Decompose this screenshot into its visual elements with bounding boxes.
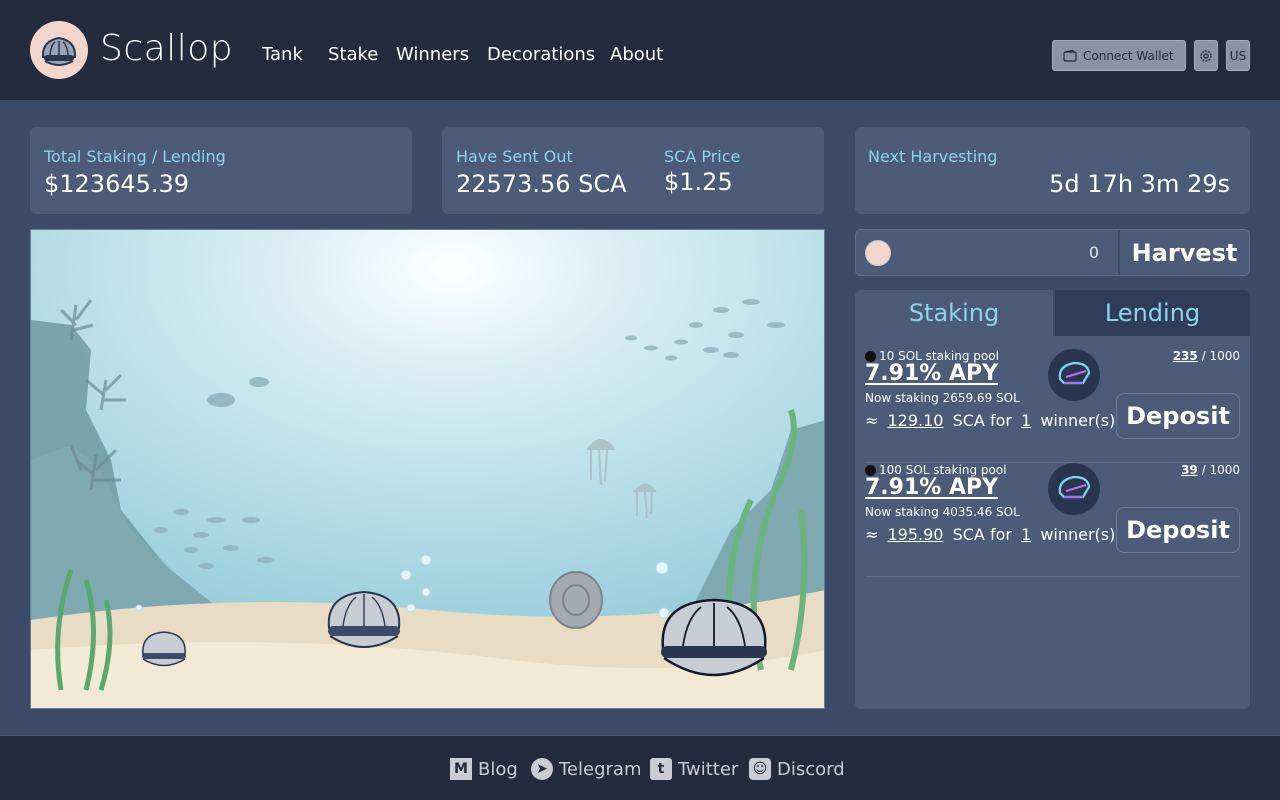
gear-icon [1200,49,1212,62]
pool-winners-count: 1 [1021,525,1032,544]
top-nav-bar: Scallop Tank Stake Winners Decorations A… [0,0,1280,100]
connect-wallet-label: Connect Wallet [1083,48,1174,63]
footer-discord-link[interactable]: ☺ Discord [749,758,845,780]
pool-card: 10 SOL staking pool 7.91% APY Now stakin… [865,349,1240,463]
connect-wallet-button[interactable]: Connect Wallet [1052,40,1186,71]
pool-now-staking: Now staking 2659.69 SOL [865,391,1020,405]
nav-about[interactable]: About [610,44,663,65]
total-staking-label: Total Staking / Lending [44,147,226,166]
sca-price-value: $1.25 [664,168,733,196]
medium-icon: M [450,758,472,780]
pool-estimate: ≈ 195.90 SCA for 1 winner(s) [865,525,1115,544]
sent-out-card: Have Sent Out 22573.56 SCA SCA Price $1.… [442,127,824,214]
harvest-bar: 0 Harvest [855,229,1250,276]
footer-telegram-label: Telegram [559,758,642,780]
footer-blog-label: Blog [478,758,518,780]
settings-button[interactable] [1194,40,1218,71]
pool-now-staking: Now staking 4035.46 SOL [865,505,1020,519]
pool-capacity-total: / 1000 [1201,349,1240,363]
next-harvest-card: Next Harvesting 5d 17h 3m 29s [855,127,1250,214]
pool-filled: 235 [1172,349,1198,363]
pool-capacity-total: / 1000 [1201,463,1240,477]
footer-twitter-label: Twitter [678,758,739,780]
footer-twitter-link[interactable]: t Twitter [650,758,738,780]
footer-blog-link[interactable]: M Blog [450,758,518,780]
next-harvest-countdown: 5d 17h 3m 29s [1049,170,1230,198]
wallet-icon [1063,49,1077,62]
footer-telegram-link[interactable]: ➤ Telegram [531,758,641,780]
discord-icon: ☺ [749,758,771,780]
pool-estimate: ≈ 129.10 SCA for 1 winner(s) [865,411,1115,430]
telegram-icon: ➤ [531,758,553,780]
pool-logo-icon [1048,349,1100,401]
pool-sca-amount: 195.90 [887,525,944,544]
twitter-icon: t [650,758,672,780]
approx-symbol: ≈ [865,411,879,430]
nav-decorations[interactable]: Decorations [487,44,595,65]
sol-icon [865,350,876,362]
nav-winners[interactable]: Winners [396,44,469,65]
footer-discord-label: Discord [777,758,845,780]
winners-label: winner(s) [1040,525,1116,544]
scallop-logo-icon[interactable] [30,21,88,79]
pool-capacity: 39 / 1000 [1181,463,1240,477]
nav-tank[interactable]: Tank [262,44,303,65]
sol-icon [865,464,876,476]
pool-apy: 7.91% APY [865,361,999,386]
tab-lending[interactable]: Lending [1053,290,1250,336]
pool-capacity: 235 / 1000 [1173,349,1240,363]
tab-staking[interactable]: Staking [855,290,1053,336]
pool-apy: 7.91% APY [865,475,999,500]
nav-stake[interactable]: Stake [328,44,378,65]
deposit-button[interactable]: Deposit [1116,507,1240,553]
tank-scene [30,229,825,709]
total-staking-value: $123645.39 [44,170,190,198]
sent-out-value: 22573.56 SCA [456,170,627,198]
brand-name[interactable]: Scallop [100,28,233,69]
sca-price-label: SCA Price [664,147,741,166]
approx-symbol: ≈ [865,525,879,544]
sent-out-label: Have Sent Out [456,147,573,166]
total-staking-card: Total Staking / Lending $123645.39 [30,127,412,214]
pool-filled: 39 [1181,463,1198,477]
pool-logo-icon [1048,463,1100,515]
language-label: US [1229,48,1247,63]
harvest-button[interactable]: Harvest [1118,230,1249,275]
pool-sca-amount: 129.10 [887,411,944,430]
footer: M Blog ➤ Telegram t Twitter ☺ Discord [0,735,1280,800]
harvest-amount: 0 [1088,243,1099,262]
scallop-token-icon [865,240,891,266]
staking-panel: Staking Lending 10 SOL staking pool 7.91… [855,290,1250,709]
winners-label: winner(s) [1040,411,1116,430]
pool-card: 100 SOL staking pool 7.91% APY Now staki… [865,463,1240,577]
sca-for-text: SCA for [952,411,1012,430]
deposit-button[interactable]: Deposit [1116,393,1240,439]
pool-winners-count: 1 [1021,411,1032,430]
sca-for-text: SCA for [952,525,1012,544]
next-harvest-label: Next Harvesting [868,147,998,166]
language-button[interactable]: US [1226,40,1250,71]
